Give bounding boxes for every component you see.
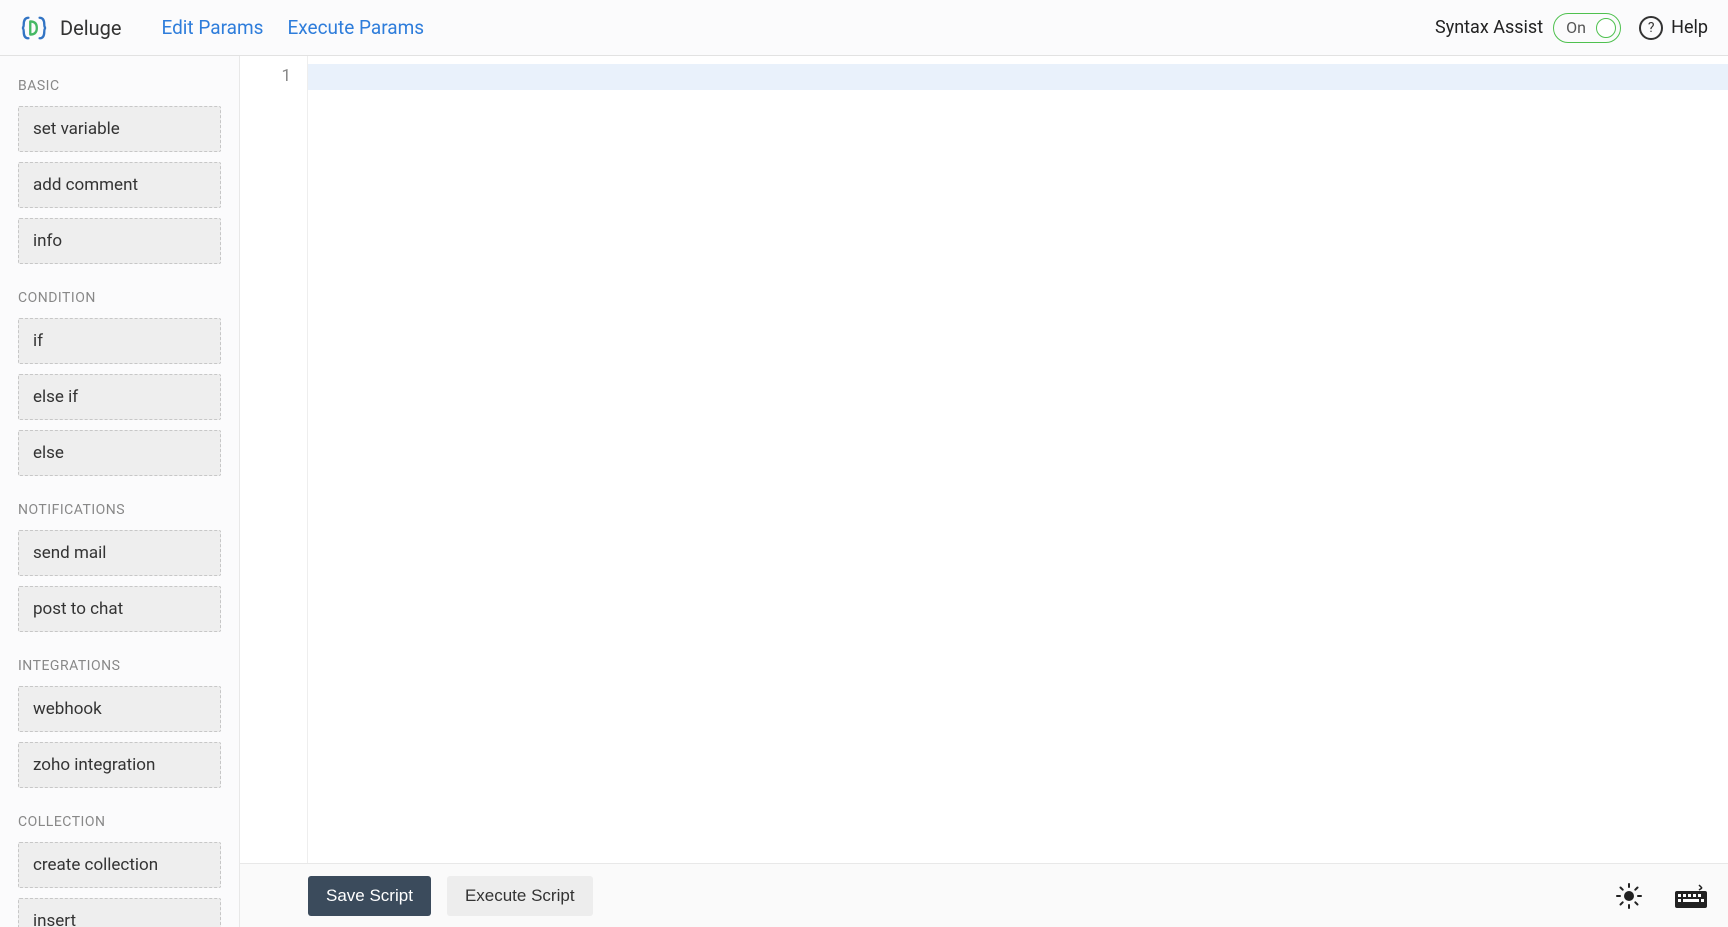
sidebar-item-else[interactable]: else — [18, 430, 221, 476]
sidebar: BASIC set variable add comment info COND… — [0, 56, 240, 927]
sidebar-group-title: NOTIFICATIONS — [18, 502, 221, 518]
sidebar-group-integrations: INTEGRATIONS webhook zoho integration — [18, 658, 221, 788]
sidebar-item-insert[interactable]: insert — [18, 898, 221, 927]
execute-script-button[interactable]: Execute Script — [447, 876, 593, 916]
sidebar-item-else-if[interactable]: else if — [18, 374, 221, 420]
app-name: Deluge — [60, 16, 121, 40]
header-links: Edit Params Execute Params — [161, 16, 424, 39]
execute-params-link[interactable]: Execute Params — [287, 16, 424, 39]
sidebar-item-add-comment[interactable]: add comment — [18, 162, 221, 208]
sidebar-group-title: CONDITION — [18, 290, 221, 306]
syntax-assist-toggle[interactable]: On — [1553, 13, 1621, 43]
line-gutter: 1 — [240, 56, 308, 863]
theme-toggle-icon[interactable] — [1616, 883, 1642, 909]
sidebar-group-title: INTEGRATIONS — [18, 658, 221, 674]
sidebar-item-info[interactable]: info — [18, 218, 221, 264]
sidebar-group-basic: BASIC set variable add comment info — [18, 78, 221, 264]
main-area: BASIC set variable add comment info COND… — [0, 56, 1728, 927]
sidebar-item-set-variable[interactable]: set variable — [18, 106, 221, 152]
keyboard-shortcuts-icon[interactable] — [1674, 883, 1708, 909]
sidebar-group-title: BASIC — [18, 78, 221, 94]
toggle-knob — [1596, 18, 1616, 38]
app-logo: Deluge — [20, 14, 121, 42]
sidebar-group-title: COLLECTION — [18, 814, 221, 830]
sidebar-item-if[interactable]: if — [18, 318, 221, 364]
sidebar-item-post-to-chat[interactable]: post to chat — [18, 586, 221, 632]
syntax-assist: Syntax Assist On — [1435, 13, 1621, 43]
sidebar-group-collection: COLLECTION create collection insert — [18, 814, 221, 927]
sidebar-item-webhook[interactable]: webhook — [18, 686, 221, 732]
editor-area: 1 Save Script Execute Script — [240, 56, 1728, 927]
toggle-state-label: On — [1566, 18, 1586, 37]
help-button[interactable]: ? Help — [1639, 16, 1708, 40]
sidebar-item-send-mail[interactable]: send mail — [18, 530, 221, 576]
syntax-assist-label: Syntax Assist — [1435, 17, 1543, 38]
sidebar-item-zoho-integration[interactable]: zoho integration — [18, 742, 221, 788]
sidebar-item-create-collection[interactable]: create collection — [18, 842, 221, 888]
line-number: 1 — [240, 66, 291, 86]
code-editor[interactable] — [308, 56, 1728, 863]
header-right: Syntax Assist On ? Help — [1435, 13, 1708, 43]
editor-footer: Save Script Execute Script — [240, 863, 1728, 927]
sidebar-group-notifications: NOTIFICATIONS send mail post to chat — [18, 502, 221, 632]
edit-params-link[interactable]: Edit Params — [161, 16, 263, 39]
deluge-logo-icon — [20, 14, 48, 42]
help-icon: ? — [1639, 16, 1663, 40]
help-label: Help — [1671, 17, 1708, 38]
footer-right — [1616, 883, 1708, 909]
save-script-button[interactable]: Save Script — [308, 876, 431, 916]
active-line-highlight — [308, 64, 1728, 90]
editor-body: 1 — [240, 56, 1728, 863]
app-header: Deluge Edit Params Execute Params Syntax… — [0, 0, 1728, 56]
sidebar-group-condition: CONDITION if else if else — [18, 290, 221, 476]
